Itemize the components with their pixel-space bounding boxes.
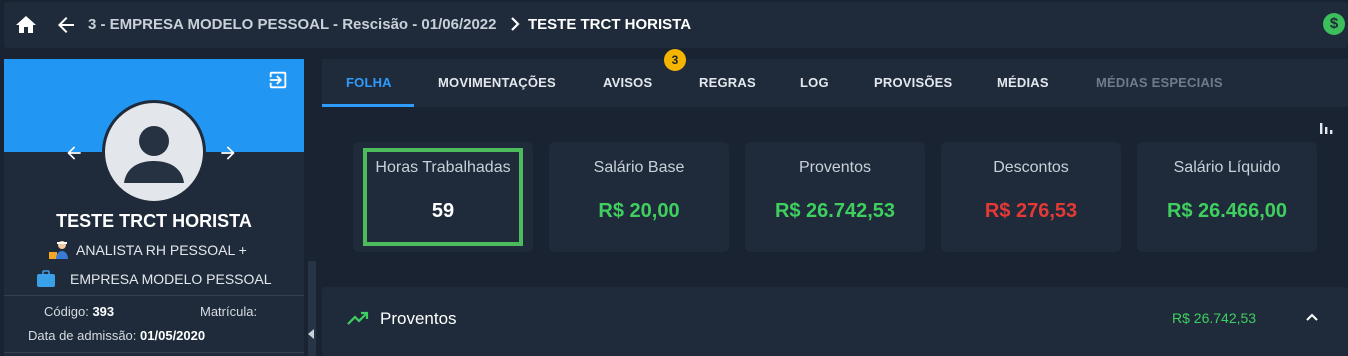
avisos-badge: 3	[664, 49, 686, 71]
worker-icon	[49, 241, 68, 259]
bar-chart-icon[interactable]	[1318, 120, 1334, 136]
tab-regras[interactable]: REGRAS	[699, 75, 756, 90]
breadcrumb-current: TESTE TRCT HORISTA	[528, 16, 692, 33]
codigo-info: Código: 393	[44, 304, 115, 319]
card-label: Proventos	[798, 159, 872, 176]
chevron-right-icon	[511, 17, 520, 31]
matricula-label: Matrícula:	[200, 304, 258, 319]
active-tab-indicator	[322, 104, 414, 107]
breadcrumb[interactable]: 3 - EMPRESA MODELO PESSOAL - Rescisão - …	[88, 16, 496, 33]
employee-sidebar: TESTE TRCT HORISTA ANALISTA RH PESSOAL +…	[4, 59, 304, 356]
tab-folha[interactable]: FOLHA	[346, 75, 392, 90]
admissao-value: 01/05/2020	[140, 328, 206, 343]
top-bar: 3 - EMPRESA MODELO PESSOAL - Rescisão - …	[4, 2, 1348, 48]
trending-up-icon	[347, 311, 369, 325]
tab-log[interactable]: LOG	[800, 75, 829, 90]
exit-icon[interactable]	[267, 69, 289, 91]
tab-medias-especiais: MÉDIAS ESPECIAIS	[1096, 75, 1223, 90]
next-employee-icon[interactable]	[218, 143, 238, 163]
codigo-value: 393	[92, 304, 115, 319]
currency-icon[interactable]: $	[1323, 13, 1345, 35]
card-label: Descontos	[993, 159, 1069, 176]
card-label: Horas Trabalhadas	[375, 159, 511, 176]
home-icon[interactable]	[14, 13, 38, 37]
company-row: EMPRESA MODELO PESSOAL	[36, 267, 296, 291]
card-proventos[interactable]: Proventos R$ 26.742,53	[745, 142, 925, 252]
previous-employee-icon[interactable]	[64, 143, 84, 163]
card-value: 59	[431, 200, 455, 222]
tab-provisoes[interactable]: PROVISÕES	[874, 75, 952, 90]
proventos-panel-header[interactable]: Proventos R$ 26.742,53	[322, 287, 1348, 356]
panel-title: Proventos	[380, 309, 457, 328]
tab-bar: FOLHA MOVIMENTAÇÕES AVISOS REGRAS LOG PR…	[322, 59, 1348, 107]
briefcase-icon	[37, 270, 55, 287]
avatar	[102, 100, 206, 204]
person-icon	[124, 126, 184, 183]
admissao-info: Data de admissão: 01/05/2020	[28, 328, 206, 343]
chevron-up-icon[interactable]	[1304, 309, 1320, 325]
back-arrow-icon[interactable]	[54, 13, 78, 37]
collapse-sidebar-icon[interactable]	[308, 329, 314, 339]
employee-company: EMPRESA MODELO PESSOAL	[70, 271, 272, 287]
sidebar-scrollbar[interactable]	[308, 261, 316, 356]
card-value: R$ 20,00	[598, 200, 680, 222]
card-salario-liquido[interactable]: Salário Líquido R$ 26.466,00	[1137, 142, 1317, 252]
divider	[4, 295, 304, 296]
card-value: R$ 26.742,53	[774, 200, 896, 222]
card-salario-base[interactable]: Salário Base R$ 20,00	[549, 142, 729, 252]
panel-total: R$ 26.742,53	[1172, 310, 1257, 326]
tab-medias[interactable]: MÉDIAS	[997, 75, 1049, 90]
card-value: R$ 276,53	[984, 200, 1078, 222]
card-label: Salário Base	[593, 159, 685, 176]
tab-movimentacoes[interactable]: MOVIMENTAÇÕES	[438, 75, 556, 90]
card-horas-trabalhadas[interactable]: Horas Trabalhadas 59	[353, 142, 533, 252]
divider	[4, 352, 304, 353]
employee-name: TESTE TRCT HORISTA	[56, 211, 252, 231]
card-value: R$ 26.466,00	[1166, 200, 1288, 222]
employee-role: ANALISTA RH PESSOAL +	[76, 242, 247, 258]
role-row: ANALISTA RH PESSOAL +	[48, 238, 288, 262]
card-descontos[interactable]: Descontos R$ 276,53	[941, 142, 1121, 252]
card-label: Salário Líquido	[1173, 159, 1281, 176]
tab-avisos[interactable]: AVISOS	[603, 75, 652, 90]
